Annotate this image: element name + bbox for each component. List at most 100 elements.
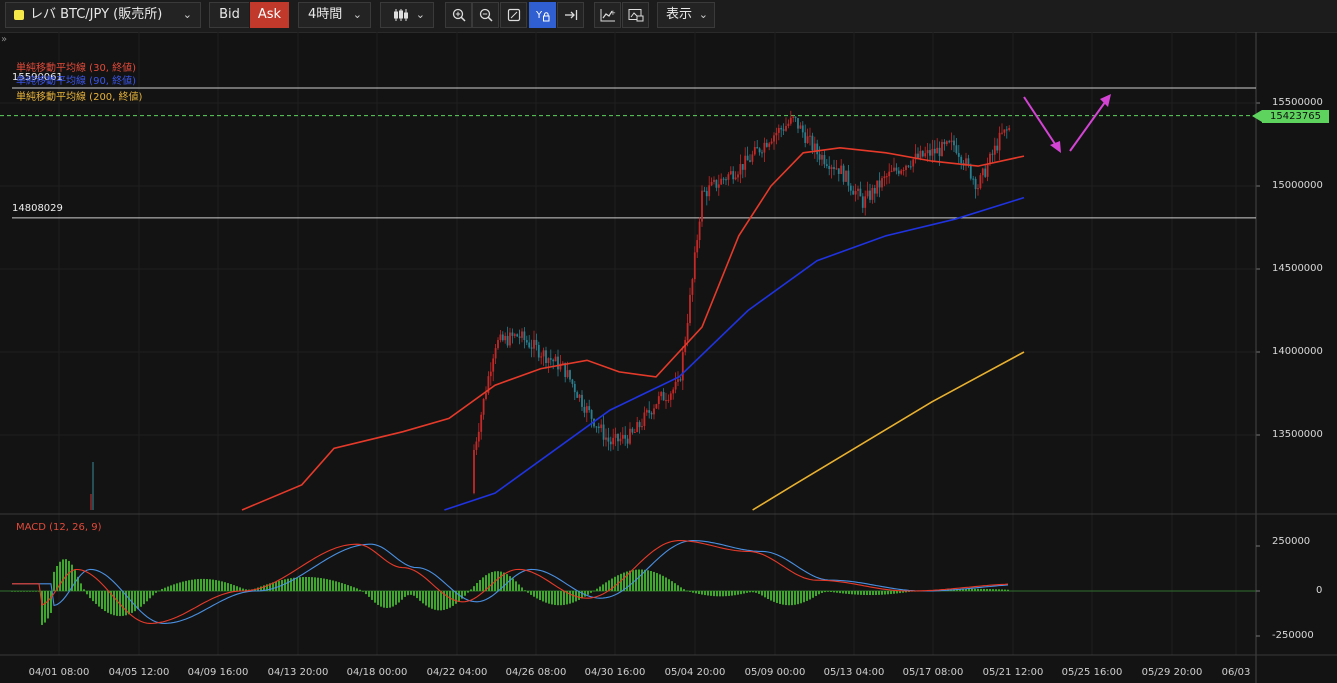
indicator-button[interactable]: + [594, 2, 621, 28]
macd-histogram-bar [80, 583, 82, 591]
macd-histogram-bar [182, 581, 184, 591]
macd-histogram-bar [806, 591, 808, 601]
candle-body [996, 145, 999, 151]
candle-body [989, 153, 991, 165]
chart-type-select[interactable]: ⌄ [380, 2, 434, 28]
macd-histogram-bar [548, 591, 550, 604]
macd-histogram-bar [539, 591, 541, 601]
chevron-down-icon: ⌄ [698, 8, 708, 21]
time-tick: 05/21 12:00 [982, 667, 1044, 678]
macd-histogram-bar [572, 591, 574, 603]
candle-body [931, 148, 934, 156]
macd-histogram-bar [650, 571, 652, 591]
candle-body [816, 143, 819, 155]
macd-histogram-bar [689, 591, 691, 592]
macd-histogram-bar [47, 591, 49, 619]
macd-histogram-bar [113, 591, 115, 616]
macd-histogram-bar [983, 588, 985, 591]
macd-histogram-bar [974, 588, 976, 591]
candle-body [849, 185, 852, 191]
macd-histogram-bar [197, 579, 199, 591]
chevron-down-icon: ⌄ [182, 8, 192, 21]
macd-histogram-bar [614, 576, 616, 591]
timeframe-label: 4時間 [308, 7, 343, 22]
macd-histogram-bar [410, 591, 412, 595]
zoom-out-button[interactable] [472, 2, 499, 28]
macd-histogram-bar [383, 591, 385, 608]
macd-histogram-bar [188, 580, 190, 591]
chevron-down-icon: ⌄ [352, 8, 362, 21]
macd-histogram-bar [323, 578, 325, 591]
candle-body [902, 169, 905, 171]
macd-histogram-bar [107, 591, 109, 613]
macd-histogram-bar [320, 578, 322, 591]
candle-body [775, 132, 778, 136]
macd-histogram-bar [665, 577, 667, 591]
candle-body [749, 160, 751, 162]
macd-histogram-bar [26, 591, 28, 592]
candle-body [595, 426, 598, 428]
time-tick: 04/05 12:00 [108, 667, 170, 678]
macd-histogram-bar [845, 591, 847, 594]
candle-body [657, 396, 660, 405]
scroll-to-latest-button[interactable] [557, 2, 584, 28]
zoom-in-button[interactable] [445, 2, 472, 28]
macd-histogram-bar [704, 591, 706, 596]
macd-histogram-bar [788, 591, 790, 606]
candle-body [588, 406, 591, 411]
display-select[interactable]: 表示 ⌄ [657, 2, 715, 28]
lock-y-axis-button[interactable]: Y [529, 2, 556, 28]
toolbar: レバ BTC/JPY (販売所) ⌄ Bid Ask 4時間 ⌄ ⌄ Y + 表… [0, 0, 1337, 33]
macd-histogram-bar [725, 591, 727, 597]
macd-histogram-bar [152, 591, 154, 596]
macd-histogram-bar [425, 591, 427, 606]
macd-histogram-bar [155, 591, 157, 593]
drawing-tools-button[interactable] [622, 2, 649, 28]
macd-histogram-bar [881, 591, 883, 595]
macd-histogram-bar [857, 591, 859, 595]
candle-body [837, 168, 840, 175]
candle-body [713, 179, 715, 182]
macd-histogram-bar [692, 591, 694, 593]
macd-histogram-bar [722, 591, 724, 597]
time-tick: 04/01 08:00 [28, 667, 90, 678]
macd-histogram-bar [818, 591, 820, 595]
lower-hline-label: 14808029 [12, 203, 63, 214]
candle-body [638, 422, 641, 428]
macd-histogram-bar [863, 591, 865, 595]
macd-histogram-bar [707, 591, 709, 596]
candle-body [842, 165, 845, 182]
candle-body [614, 433, 617, 438]
candle-body [768, 143, 771, 147]
time-tick: 05/13 04:00 [823, 667, 885, 678]
chart-canvas[interactable] [0, 32, 1337, 683]
time-tick: 04/18 00:00 [346, 667, 408, 678]
candle-body [597, 426, 600, 429]
candle-body [878, 180, 881, 188]
macd-histogram-bar [296, 577, 298, 591]
macd-histogram-bar [470, 589, 472, 591]
ask-button[interactable]: Ask [250, 2, 289, 28]
candle-body [871, 187, 874, 200]
timeframe-select[interactable]: 4時間 ⌄ [298, 2, 371, 28]
candle-body [1001, 132, 1003, 134]
macd-histogram-bar [764, 591, 766, 598]
bid-button[interactable]: Bid [209, 2, 249, 28]
candle-body [888, 171, 891, 177]
macd-histogram-bar [998, 589, 1000, 591]
macd-histogram-bar [230, 584, 232, 591]
macd-histogram-bar [398, 591, 400, 603]
macd-histogram-bar [344, 584, 346, 591]
macd-histogram-bar [743, 591, 745, 594]
fit-screen-button[interactable] [500, 2, 527, 28]
macd-histogram-bar [587, 591, 589, 595]
macd-histogram-bar [674, 583, 676, 591]
candle-body [825, 164, 828, 166]
macd-histogram-bar [623, 572, 625, 591]
macd-histogram-bar [557, 591, 559, 606]
macd-histogram-bar [728, 591, 730, 596]
symbol-select[interactable]: レバ BTC/JPY (販売所) ⌄ [5, 2, 201, 28]
macd-tick: 0 [1316, 585, 1323, 596]
candle-body [725, 179, 727, 181]
macd-histogram-bar [476, 582, 478, 591]
